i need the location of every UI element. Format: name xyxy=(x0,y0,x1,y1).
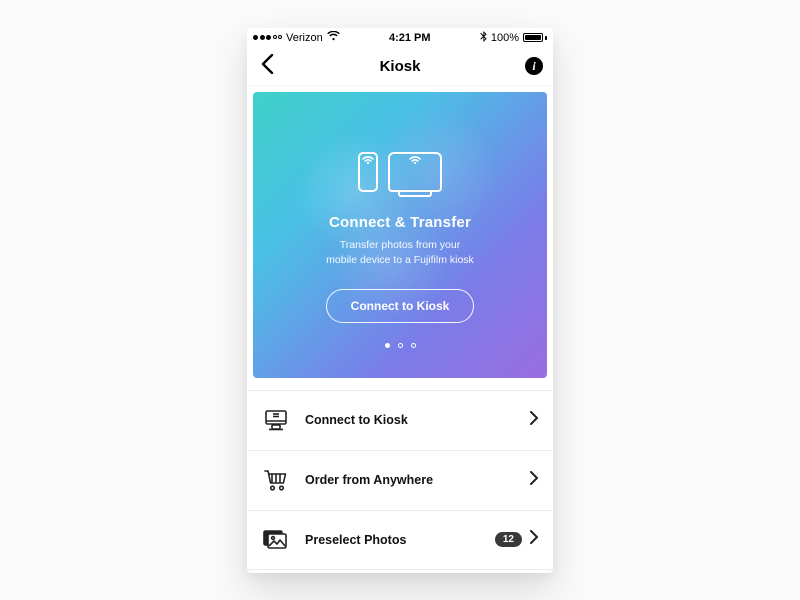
kiosk-device-icon xyxy=(388,152,442,192)
back-button[interactable] xyxy=(255,50,280,82)
page-dot-1[interactable] xyxy=(385,343,390,348)
row-order-anywhere[interactable]: Order from Anywhere xyxy=(247,450,553,510)
connect-to-kiosk-button[interactable]: Connect to Kiosk xyxy=(326,289,475,323)
page-title: Kiosk xyxy=(380,58,421,75)
phone-frame: Verizon 4:21 PM 100% K xyxy=(247,28,553,573)
hero-illustration xyxy=(340,114,460,192)
hero-card: Connect & Transfer Transfer photos from … xyxy=(253,92,547,378)
hero-title: Connect & Transfer xyxy=(329,214,471,231)
photos-stack-icon xyxy=(261,527,291,553)
row-label: Connect to Kiosk xyxy=(305,413,522,427)
wifi-icon xyxy=(327,31,340,44)
status-left: Verizon xyxy=(253,31,340,44)
battery-pct: 100% xyxy=(491,32,519,44)
nav-bar: Kiosk i xyxy=(247,48,553,86)
carrier-label: Verizon xyxy=(286,32,323,44)
info-button[interactable]: i xyxy=(525,57,543,75)
page-dot-2[interactable] xyxy=(398,343,403,348)
status-bar: Verizon 4:21 PM 100% xyxy=(247,28,553,48)
chevron-right-icon xyxy=(530,471,539,490)
cart-icon xyxy=(261,467,291,493)
hero-subtitle: Transfer photos from your mobile device … xyxy=(326,238,474,270)
kiosk-monitor-icon xyxy=(261,407,291,433)
signal-dots-icon xyxy=(253,35,282,40)
status-right: 100% xyxy=(480,31,547,45)
row-label: Order from Anywhere xyxy=(305,473,522,487)
clock: 4:21 PM xyxy=(389,32,431,44)
chevron-right-icon xyxy=(530,411,539,430)
options-list: Connect to Kiosk xyxy=(247,390,553,570)
phone-device-icon xyxy=(358,152,378,192)
count-badge: 12 xyxy=(495,532,522,547)
chevron-right-icon xyxy=(530,530,539,549)
row-label: Preselect Photos xyxy=(305,533,495,547)
row-preselect-photos[interactable]: Preselect Photos 12 xyxy=(247,510,553,570)
battery-icon xyxy=(523,33,547,42)
row-connect-to-kiosk[interactable]: Connect to Kiosk xyxy=(247,390,553,450)
chevron-left-icon xyxy=(261,54,274,74)
bluetooth-icon xyxy=(480,31,487,45)
page-indicator[interactable] xyxy=(385,343,416,348)
page-dot-3[interactable] xyxy=(411,343,416,348)
